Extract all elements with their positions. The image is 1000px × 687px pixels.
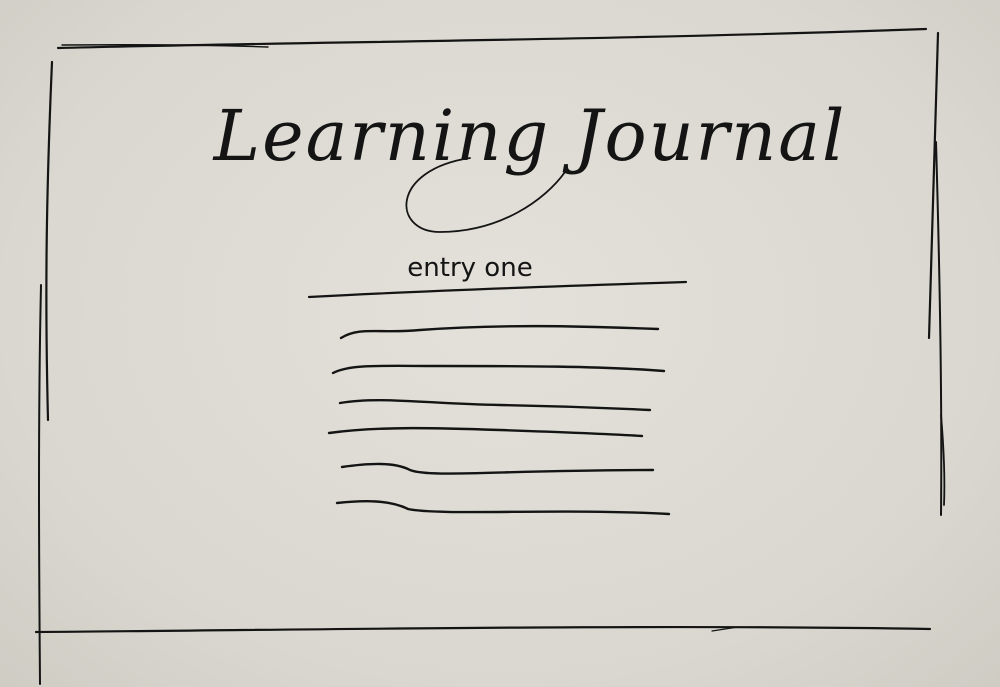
entry-text-line bbox=[339, 324, 660, 340]
journal-entry[interactable]: entry one bbox=[307, 253, 688, 516]
frame-bottom-edge bbox=[34, 625, 932, 634]
entry-text-line bbox=[331, 364, 666, 375]
entry-text-line bbox=[327, 426, 644, 438]
entry-text-placeholder bbox=[327, 324, 671, 516]
entry-text-line bbox=[338, 398, 652, 412]
entry-title-divider bbox=[307, 280, 688, 299]
wireframe-sketch: Learning Journal entry one bbox=[34, 27, 946, 685]
frame-left-edge bbox=[45, 60, 54, 422]
entry-text-line bbox=[340, 462, 655, 475]
frame-right-edge-lower bbox=[935, 141, 943, 516]
frame-left-edge-lower bbox=[38, 284, 42, 685]
entry-text-line bbox=[335, 500, 671, 516]
page-title: Learning Journal bbox=[212, 95, 847, 177]
entry-title[interactable]: entry one bbox=[407, 253, 532, 283]
sketch-paper: Learning Journal entry one bbox=[0, 0, 1000, 687]
